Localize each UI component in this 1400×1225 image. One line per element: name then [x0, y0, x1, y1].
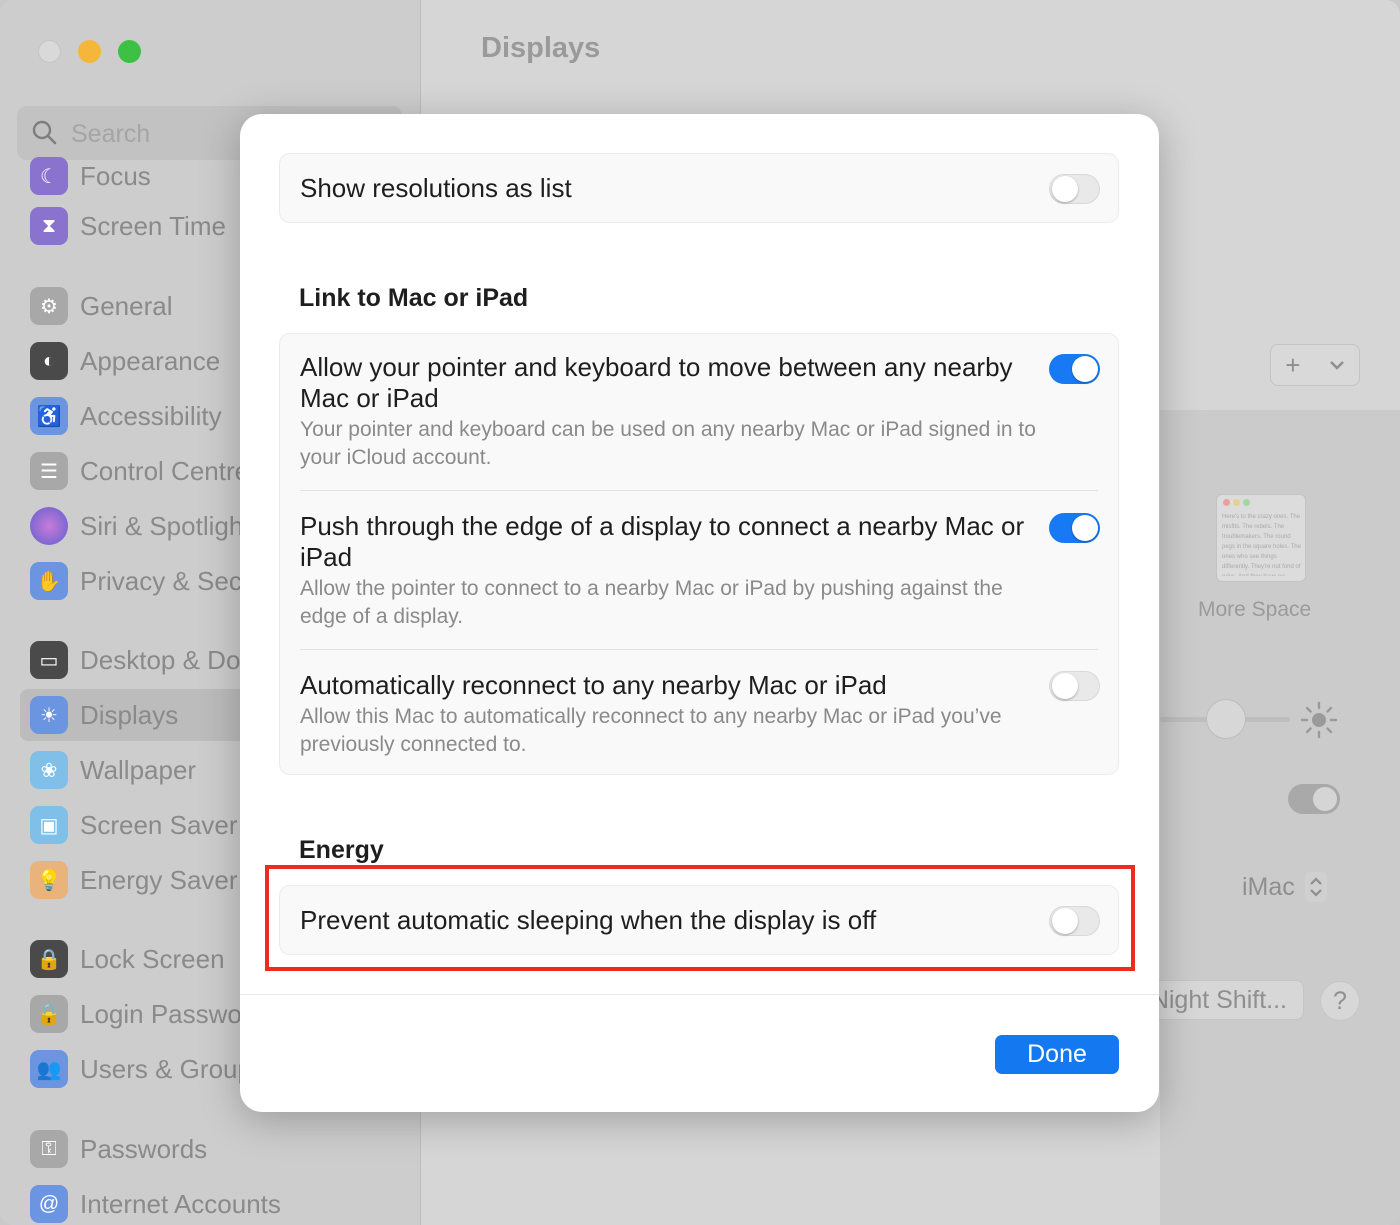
- help-button[interactable]: ?: [1320, 981, 1360, 1021]
- sidebar-item-label: Screen Time: [80, 210, 226, 241]
- link-row-push-through: Push through the edge of a display to co…: [300, 511, 1040, 631]
- page-title: Displays: [481, 32, 601, 64]
- link-row-title: Automatically reconnect to any nearby Ma…: [300, 670, 887, 700]
- padlock-icon: 🔒: [30, 995, 68, 1033]
- accessibility-icon: ♿: [30, 397, 68, 435]
- control-centre-icon: ☰: [30, 452, 68, 490]
- thumbnail-text: Here's to the crazy ones. The misfits. T…: [1222, 514, 1301, 576]
- hand-icon: ✋: [30, 562, 68, 600]
- key-icon: ⚿: [30, 1130, 68, 1168]
- updown-chevron-icon: [1304, 872, 1327, 902]
- sheet-footer-divider: [240, 994, 1159, 995]
- screen-saver-icon: ▣: [30, 806, 68, 844]
- push-through-toggle[interactable]: [1049, 513, 1100, 543]
- maximize-window-button[interactable]: [118, 40, 141, 63]
- main-display-select[interactable]: iMac: [1242, 872, 1327, 902]
- siri-icon: [30, 507, 68, 545]
- sidebar-item-label: General: [80, 290, 173, 321]
- sidebar-item-label: Siri & Spotlight: [80, 510, 251, 541]
- link-row-description: Your pointer and keyboard can be used on…: [300, 418, 1036, 469]
- sidebar-item-label: Focus: [80, 160, 151, 191]
- sidebar-item-label: Desktop & Dock: [80, 644, 267, 675]
- done-button[interactable]: Done: [995, 1035, 1119, 1074]
- dock-icon: ▭: [30, 641, 68, 679]
- link-row-description: Allow this Mac to automatically reconnec…: [300, 705, 1002, 756]
- link-section-title: Link to Mac or iPad: [299, 284, 529, 312]
- link-row-title: Allow your pointer and keyboard to move …: [300, 352, 1013, 413]
- search-icon: [32, 120, 57, 145]
- close-window-button[interactable]: [38, 40, 61, 63]
- more-space-thumbnail[interactable]: Here's to the crazy ones. The misfits. T…: [1216, 494, 1306, 582]
- thumbnail-window-dots: [1223, 499, 1250, 506]
- link-row-description: Allow the pointer to connect to a nearby…: [300, 577, 1003, 628]
- true-tone-toggle[interactable]: [1288, 784, 1340, 814]
- focus-icon: ☾: [30, 157, 68, 195]
- add-display-button[interactable]: +: [1270, 344, 1360, 386]
- window-controls: [38, 40, 141, 63]
- at-icon: @: [30, 1185, 68, 1223]
- more-space-label: More Space: [1198, 598, 1312, 621]
- users-icon: 👥: [30, 1050, 68, 1088]
- pointer-keyboard-toggle[interactable]: [1049, 354, 1100, 384]
- sun-icon: ☀: [30, 696, 68, 734]
- sidebar-item-label: Appearance: [80, 345, 221, 376]
- show-resolutions-toggle[interactable]: [1049, 174, 1100, 204]
- link-row-title: Push through the edge of a display to co…: [300, 511, 1025, 572]
- sidebar-item-label: Login Password: [80, 998, 265, 1029]
- gear-icon: ⚙: [30, 287, 68, 325]
- sidebar-item-label: Internet Accounts: [80, 1188, 281, 1219]
- main-display-value: iMac: [1242, 872, 1295, 901]
- highlight-annotation: [265, 865, 1135, 971]
- show-resolutions-label: Show resolutions as list: [300, 173, 572, 203]
- lock-icon: 🔒: [30, 940, 68, 978]
- sidebar-item-label: Users & Groups: [80, 1053, 265, 1084]
- chevron-down-icon: [1329, 361, 1344, 370]
- sidebar-item-label: Lock Screen: [80, 943, 225, 974]
- sidebar-item-label: Energy Saver: [80, 864, 238, 895]
- link-group: Allow your pointer and keyboard to move …: [279, 333, 1119, 775]
- sidebar-item-label: Accessibility: [80, 400, 222, 431]
- brightness-sun-icon: [1300, 701, 1338, 739]
- flower-icon: ❀: [30, 751, 68, 789]
- link-row-pointer-keyboard: Allow your pointer and keyboard to move …: [300, 352, 1040, 472]
- sidebar-item-label: Screen Saver: [80, 809, 238, 840]
- system-settings-window: ☾ Focus ⧗ Screen Time ⚙ General ◐ Appear…: [0, 0, 1400, 1225]
- sidebar-item-passwords[interactable]: ⚿ Passwords: [20, 1123, 410, 1175]
- sidebar-item-label: Displays: [80, 699, 179, 730]
- minimize-window-button[interactable]: [78, 40, 101, 63]
- row-divider: [300, 490, 1098, 491]
- row-divider: [300, 649, 1098, 650]
- sidebar-item-label: Control Centre: [80, 455, 250, 486]
- plus-icon: +: [1285, 349, 1301, 380]
- link-row-auto-reconnect: Automatically reconnect to any nearby Ma…: [300, 670, 1040, 759]
- show-resolutions-group: Show resolutions as list: [279, 153, 1119, 223]
- sidebar-item-internet-accounts[interactable]: @ Internet Accounts: [20, 1178, 410, 1225]
- sidebar-item-label: Wallpaper: [80, 754, 197, 785]
- sidebar-item-label: Passwords: [80, 1133, 208, 1164]
- hourglass-icon: ⧗: [30, 207, 68, 245]
- appearance-icon: ◐: [30, 342, 68, 380]
- brightness-slider-knob[interactable]: [1206, 699, 1246, 739]
- energy-section-title: Energy: [299, 836, 384, 864]
- battery-bulb-icon: 💡: [30, 861, 68, 899]
- auto-reconnect-toggle[interactable]: [1049, 671, 1100, 701]
